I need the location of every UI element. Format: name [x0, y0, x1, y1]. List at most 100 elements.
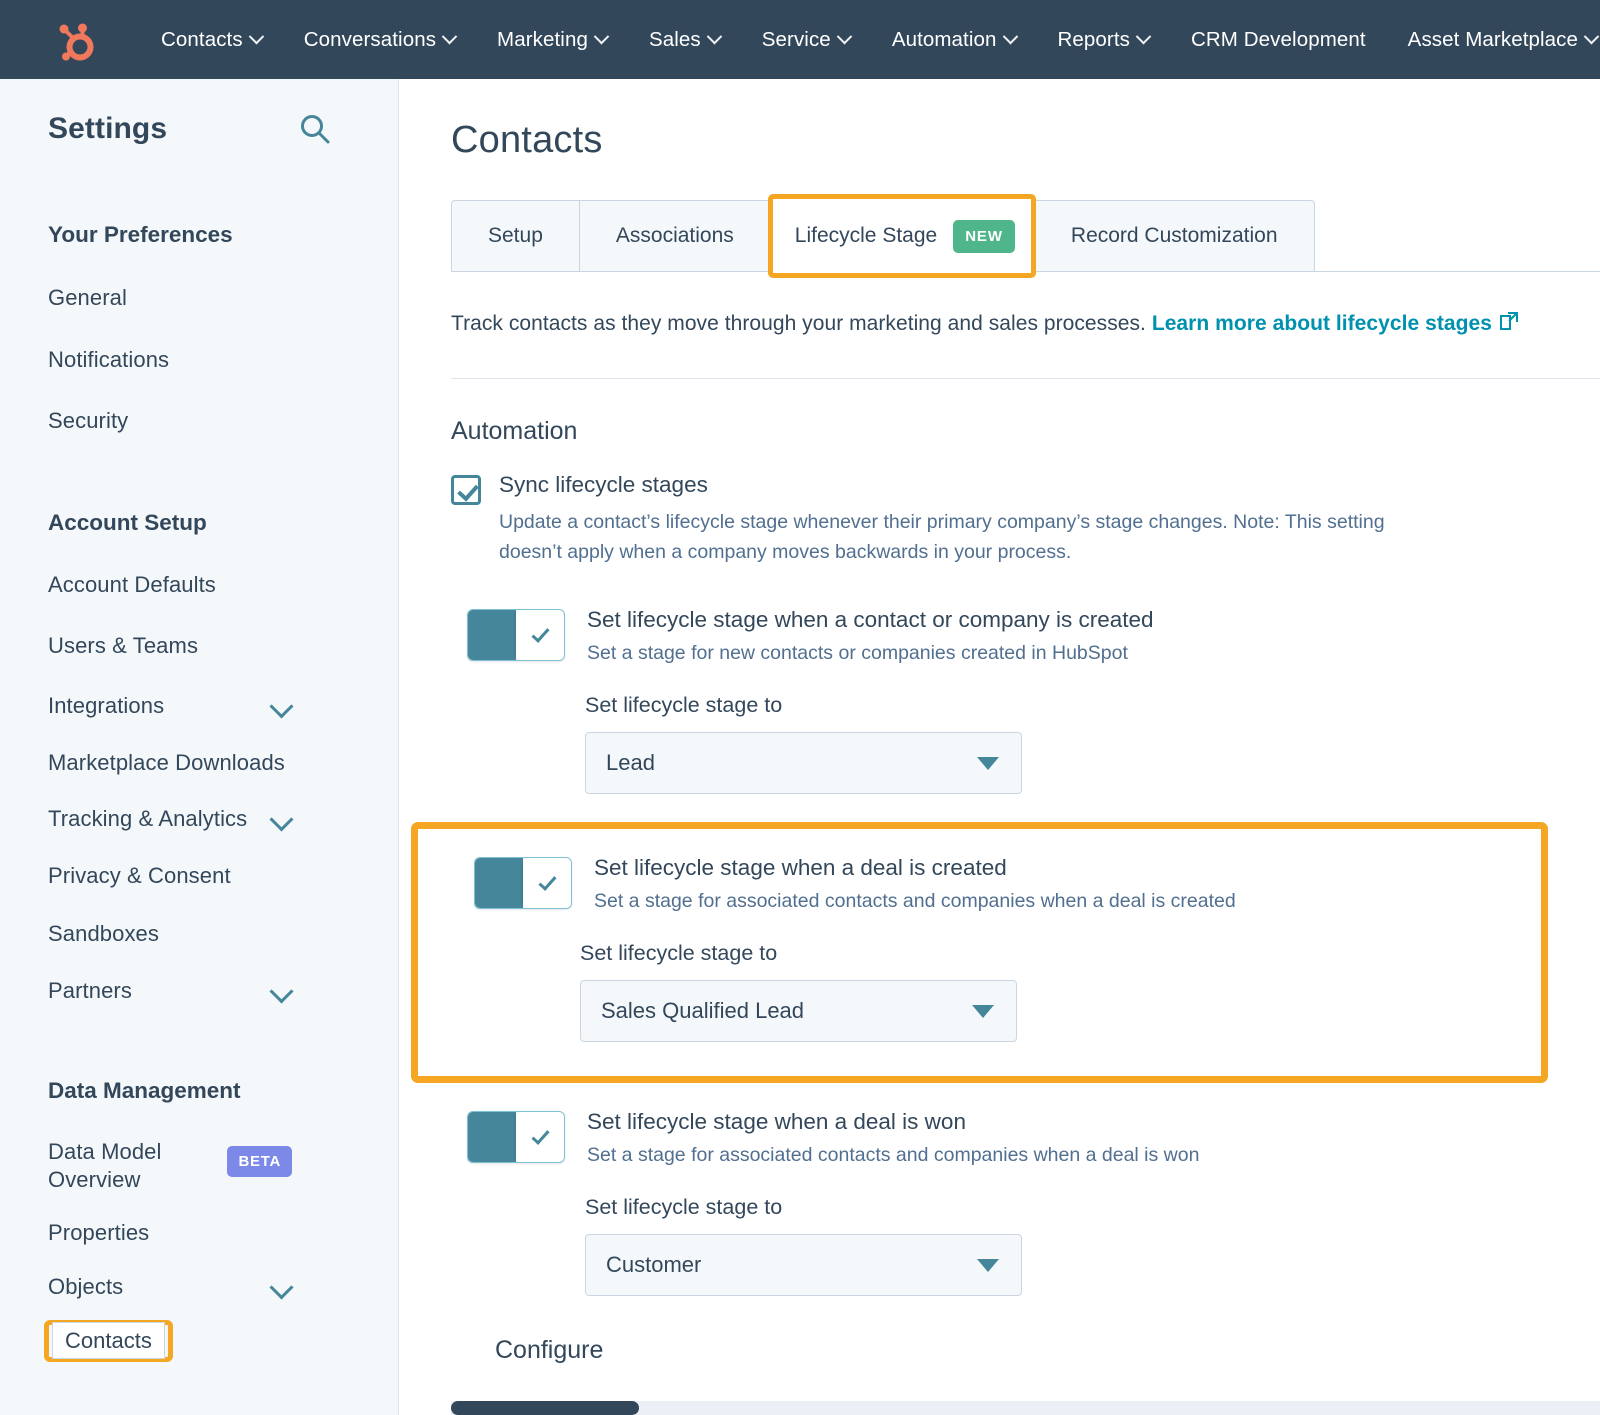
lifecycle-stage-select[interactable]: Customer [585, 1234, 1022, 1296]
sidebar-item-properties[interactable]: Properties [0, 1219, 398, 1248]
lifecycle-stage-select[interactable]: Lead [585, 732, 1022, 794]
tab-label: Lifecycle Stage [781, 224, 937, 248]
nav-item-reports[interactable]: Reports [1037, 28, 1170, 52]
rule-text: Set lifecycle stage when a deal is won S… [587, 1109, 1199, 1167]
rule-title: Set lifecycle stage when a contact or co… [587, 607, 1154, 633]
sidebar-item-marketplace-downloads[interactable]: Marketplace Downloads [0, 749, 398, 778]
toggle-knob [516, 610, 564, 660]
chevron-down-icon[interactable] [269, 694, 293, 718]
sidebar-item-users-teams[interactable]: Users & Teams [0, 632, 398, 661]
sync-lifecycle-stages-description: Update a contact’s lifecycle stage whene… [499, 508, 1399, 567]
toggle-track-fill [475, 858, 523, 908]
sidebar-item-label: Data Model Overview [48, 1138, 218, 1195]
sidebar-item-security[interactable]: Security [0, 407, 398, 436]
sidebar-item-data-model-overview[interactable]: Data Model Overview BETA [0, 1138, 398, 1195]
nav-item-label: CRM Development [1191, 28, 1366, 52]
scrollbar-thumb[interactable] [451, 1401, 639, 1415]
chevron-down-icon [977, 1259, 999, 1272]
sidebar-item-label: Marketplace Downloads [48, 749, 285, 778]
nav-item-sales[interactable]: Sales [628, 28, 741, 52]
learn-more-link-label: Learn more about lifecycle stages [1152, 312, 1492, 335]
chevron-down-icon [248, 29, 264, 45]
chevron-down-icon [442, 29, 458, 45]
rule-contact-or-company-created: Set lifecycle stage when a contact or co… [399, 607, 1600, 794]
status-badge: BETA [227, 1146, 292, 1178]
sidebar-item-label: General [48, 284, 127, 313]
chevron-down-icon[interactable] [269, 979, 293, 1003]
sidebar-item-general[interactable]: General [0, 284, 398, 313]
sidebar-item-label: Tracking & Analytics [48, 805, 247, 834]
nav-item-contacts[interactable]: Contacts [140, 28, 283, 52]
hubspot-logo-icon[interactable] [52, 17, 98, 63]
lifecycle-stage-select-value: Sales Qualified Lead [601, 998, 804, 1024]
sidebar-item-integrations[interactable]: Integrations [0, 692, 398, 721]
rule-deal-created: Set lifecycle stage when a deal is creat… [418, 855, 1541, 1042]
nav-items: Contacts Conversations Marketing Sales S… [140, 28, 1600, 52]
rule-header: Set lifecycle stage when a deal is creat… [474, 855, 1541, 913]
rule-toggle[interactable] [474, 857, 572, 909]
nav-item-label: Service [762, 28, 831, 52]
sidebar-item-label: Account Defaults [48, 571, 216, 600]
content-page-title: Contacts [399, 79, 1600, 162]
sync-lifecycle-stages-checkbox[interactable] [451, 475, 481, 505]
app-body: Settings Your Preferences General Notifi… [0, 79, 1600, 1415]
search-icon[interactable] [298, 112, 332, 146]
sidebar-item-label: Notifications [48, 346, 169, 375]
sidebar-item-label: Sandboxes [48, 920, 159, 949]
sync-lifecycle-stages-row: Sync lifecycle stages Update a contact’s… [399, 446, 1600, 567]
tab-record-customization[interactable]: Record Customization [1034, 200, 1315, 272]
nav-item-label: Automation [892, 28, 997, 52]
sidebar-item-tracking-analytics[interactable]: Tracking & Analytics [0, 805, 398, 834]
sidebar-item-sandboxes[interactable]: Sandboxes [0, 920, 398, 949]
nav-item-label: Reports [1058, 28, 1130, 52]
status-badge: NEW [953, 220, 1015, 253]
external-link-icon[interactable] [1498, 310, 1520, 338]
sidebar-item-partners[interactable]: Partners [0, 977, 398, 1006]
rule-toggle[interactable] [467, 1111, 565, 1163]
chevron-down-icon [972, 1005, 994, 1018]
tab-associations[interactable]: Associations [579, 200, 770, 272]
tab-setup[interactable]: Setup [451, 200, 579, 272]
tab-lifecycle-stage[interactable]: Lifecycle Stage NEW [768, 194, 1036, 278]
nav-item-service[interactable]: Service [741, 28, 871, 52]
chevron-down-icon [594, 29, 610, 45]
chevron-down-icon [706, 29, 722, 45]
check-icon [531, 1126, 549, 1145]
settings-sidebar: Settings Your Preferences General Notifi… [0, 79, 399, 1415]
rule-description: Set a stage for associated contacts and … [594, 890, 1236, 913]
sidebar-item-label: Partners [48, 977, 132, 1006]
chevron-down-icon[interactable] [269, 807, 293, 831]
tab-bar: Setup Associations Lifecycle Stage NEW R… [451, 200, 1600, 272]
lifecycle-stage-select[interactable]: Sales Qualified Lead [580, 980, 1017, 1042]
sidebar-item-account-defaults[interactable]: Account Defaults [0, 571, 398, 600]
sidebar-item-label: Security [48, 407, 128, 436]
sidebar-item-label: Privacy & Consent [48, 862, 231, 891]
sidebar-item-contacts[interactable]: Contacts [0, 1302, 398, 1362]
learn-more-link[interactable]: Learn more about lifecycle stages [1152, 312, 1492, 335]
nav-item-automation[interactable]: Automation [871, 28, 1037, 52]
horizontal-scrollbar[interactable] [451, 1401, 1600, 1415]
configure-section-title: Configure [399, 1296, 1600, 1365]
lifecycle-stage-select-value: Customer [606, 1252, 701, 1278]
sidebar-item-objects[interactable]: Objects [0, 1273, 398, 1302]
nav-item-crm-development[interactable]: CRM Development [1170, 28, 1387, 52]
chevron-down-icon[interactable] [269, 1276, 293, 1300]
top-navigation-bar: Contacts Conversations Marketing Sales S… [0, 0, 1600, 79]
chevron-down-icon [1136, 29, 1152, 45]
sidebar-item-label: Objects [48, 1273, 123, 1302]
rule-deal-won: Set lifecycle stage when a deal is won S… [399, 1109, 1600, 1296]
main-content: Contacts Setup Associations Lifecycle St… [399, 79, 1600, 1415]
rule-toggle[interactable] [467, 609, 565, 661]
sidebar-item-notifications[interactable]: Notifications [0, 346, 398, 375]
rule-field-label: Set lifecycle stage to [585, 693, 1600, 718]
highlight-annotation: Contacts [44, 1320, 173, 1362]
toggle-track-fill [468, 610, 516, 660]
rule-field-label: Set lifecycle stage to [585, 1195, 1600, 1220]
rule-text: Set lifecycle stage when a contact or co… [587, 607, 1154, 665]
rule-description: Set a stage for new contacts or companie… [587, 642, 1154, 665]
nav-item-asset-marketplace[interactable]: Asset Marketplace [1387, 28, 1600, 52]
sidebar-item-privacy-consent[interactable]: Privacy & Consent [0, 862, 398, 891]
nav-item-conversations[interactable]: Conversations [283, 28, 476, 52]
rule-header: Set lifecycle stage when a deal is won S… [467, 1109, 1600, 1167]
nav-item-marketing[interactable]: Marketing [476, 28, 628, 52]
